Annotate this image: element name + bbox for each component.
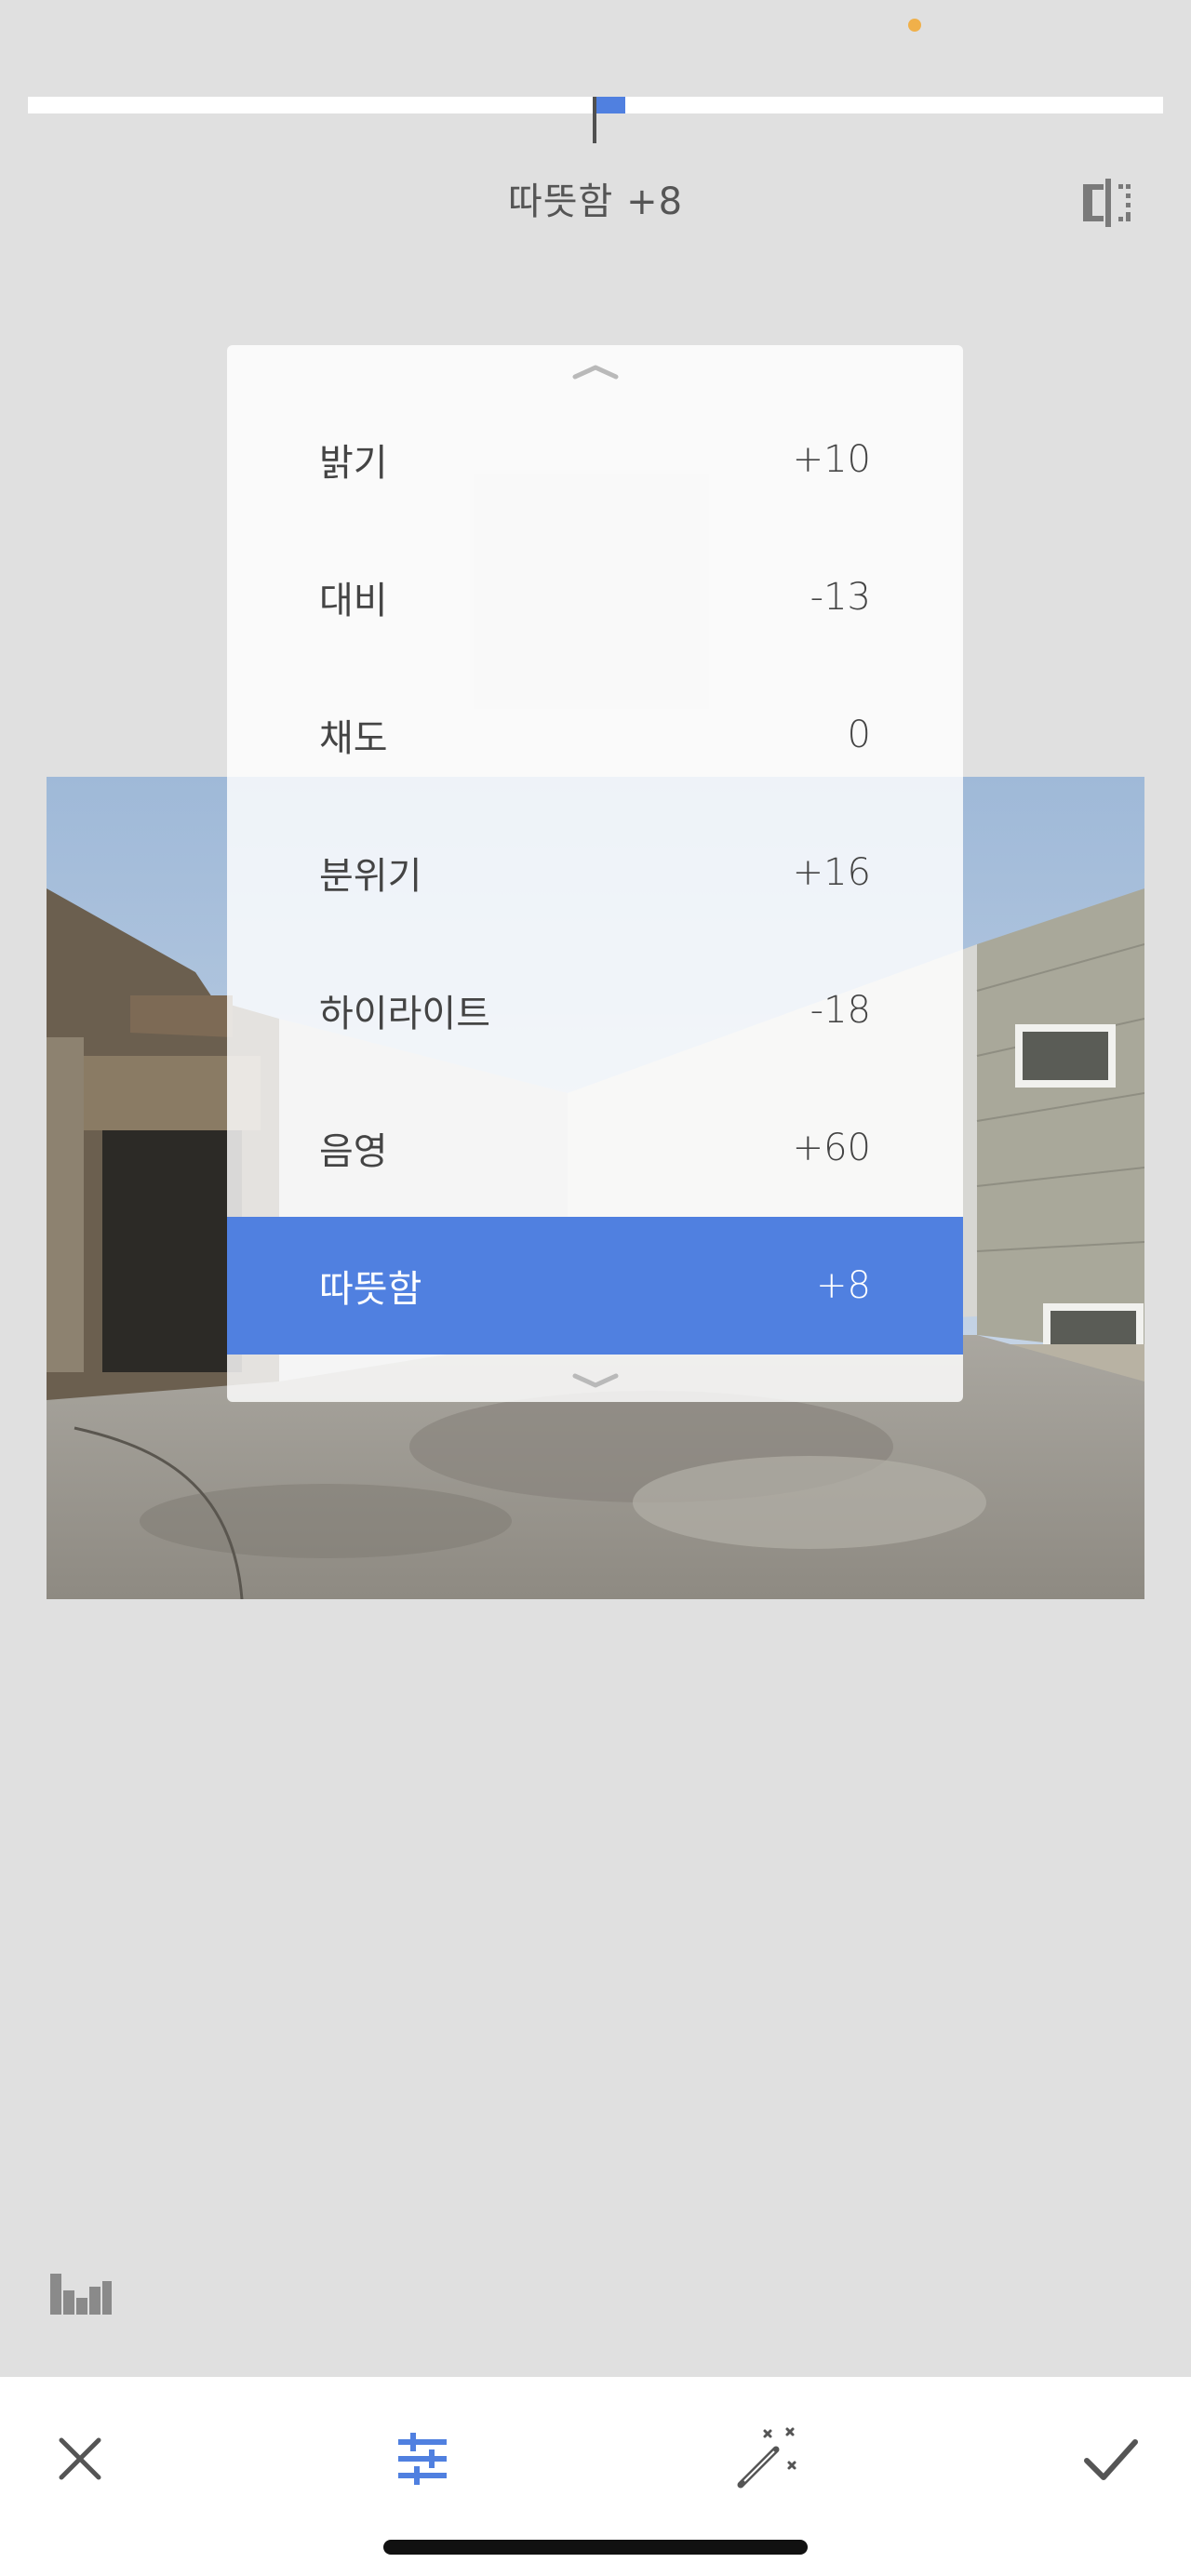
adjustment-item-value: 0 bbox=[847, 714, 871, 756]
slider-fill bbox=[595, 97, 626, 113]
adjustment-item-label: 하이라이트 bbox=[319, 993, 490, 1035]
adjustment-item-shadows[interactable]: 음영 +60 bbox=[227, 1079, 963, 1217]
adjustment-item-brightness[interactable]: 밝기 +10 bbox=[227, 391, 963, 528]
adjustment-item-value: +8 bbox=[816, 1264, 871, 1307]
close-icon[interactable] bbox=[43, 2422, 117, 2496]
adjustment-list: 밝기 +10 대비 -13 채도 0 분위기 +16 하이라이트 -18 음영 … bbox=[227, 391, 963, 1355]
home-indicator bbox=[383, 2540, 808, 2555]
histogram-icon[interactable] bbox=[48, 2270, 114, 2316]
adjustment-item-saturation[interactable]: 채도 0 bbox=[227, 666, 963, 804]
check-icon[interactable] bbox=[1074, 2422, 1148, 2496]
adjustment-item-label: 채도 bbox=[319, 717, 388, 760]
adjustment-item-label: 음영 bbox=[319, 1130, 388, 1173]
bottom-toolbar bbox=[0, 2377, 1191, 2576]
adjustment-item-value: -13 bbox=[810, 576, 871, 619]
adjustment-slider[interactable] bbox=[28, 97, 1163, 143]
adjustment-item-value: +60 bbox=[792, 1127, 871, 1169]
adjustment-item-ambiance[interactable]: 분위기 +16 bbox=[227, 804, 963, 941]
sliders-icon[interactable] bbox=[385, 2422, 460, 2496]
adjustment-item-label: 따뜻함 bbox=[319, 1268, 422, 1311]
adjustment-item-label: 밝기 bbox=[319, 442, 388, 485]
adjustment-item-value: +16 bbox=[792, 851, 871, 894]
chevron-down-icon[interactable] bbox=[227, 1365, 963, 1402]
slider-center-marker bbox=[593, 97, 596, 143]
adjustment-menu: 밝기 +10 대비 -13 채도 0 분위기 +16 하이라이트 -18 음영 … bbox=[227, 345, 963, 1402]
adjustment-item-highlights[interactable]: 하이라이트 -18 bbox=[227, 941, 963, 1079]
adjustment-item-label: 분위기 bbox=[319, 855, 422, 898]
split-compare-icon[interactable] bbox=[1079, 175, 1135, 231]
status-indicator-dot bbox=[908, 19, 921, 32]
chevron-up-icon[interactable] bbox=[227, 349, 963, 386]
adjustment-item-warmth[interactable]: 따뜻함 +8 bbox=[227, 1217, 963, 1355]
magic-wand-icon[interactable] bbox=[729, 2422, 804, 2496]
adjustment-item-value: +10 bbox=[792, 438, 871, 481]
current-adjustment-label: 따뜻함 +8 bbox=[507, 180, 684, 223]
adjustment-item-value: -18 bbox=[810, 989, 871, 1032]
adjustment-item-label: 대비 bbox=[319, 580, 388, 622]
adjustment-item-contrast[interactable]: 대비 -13 bbox=[227, 528, 963, 666]
